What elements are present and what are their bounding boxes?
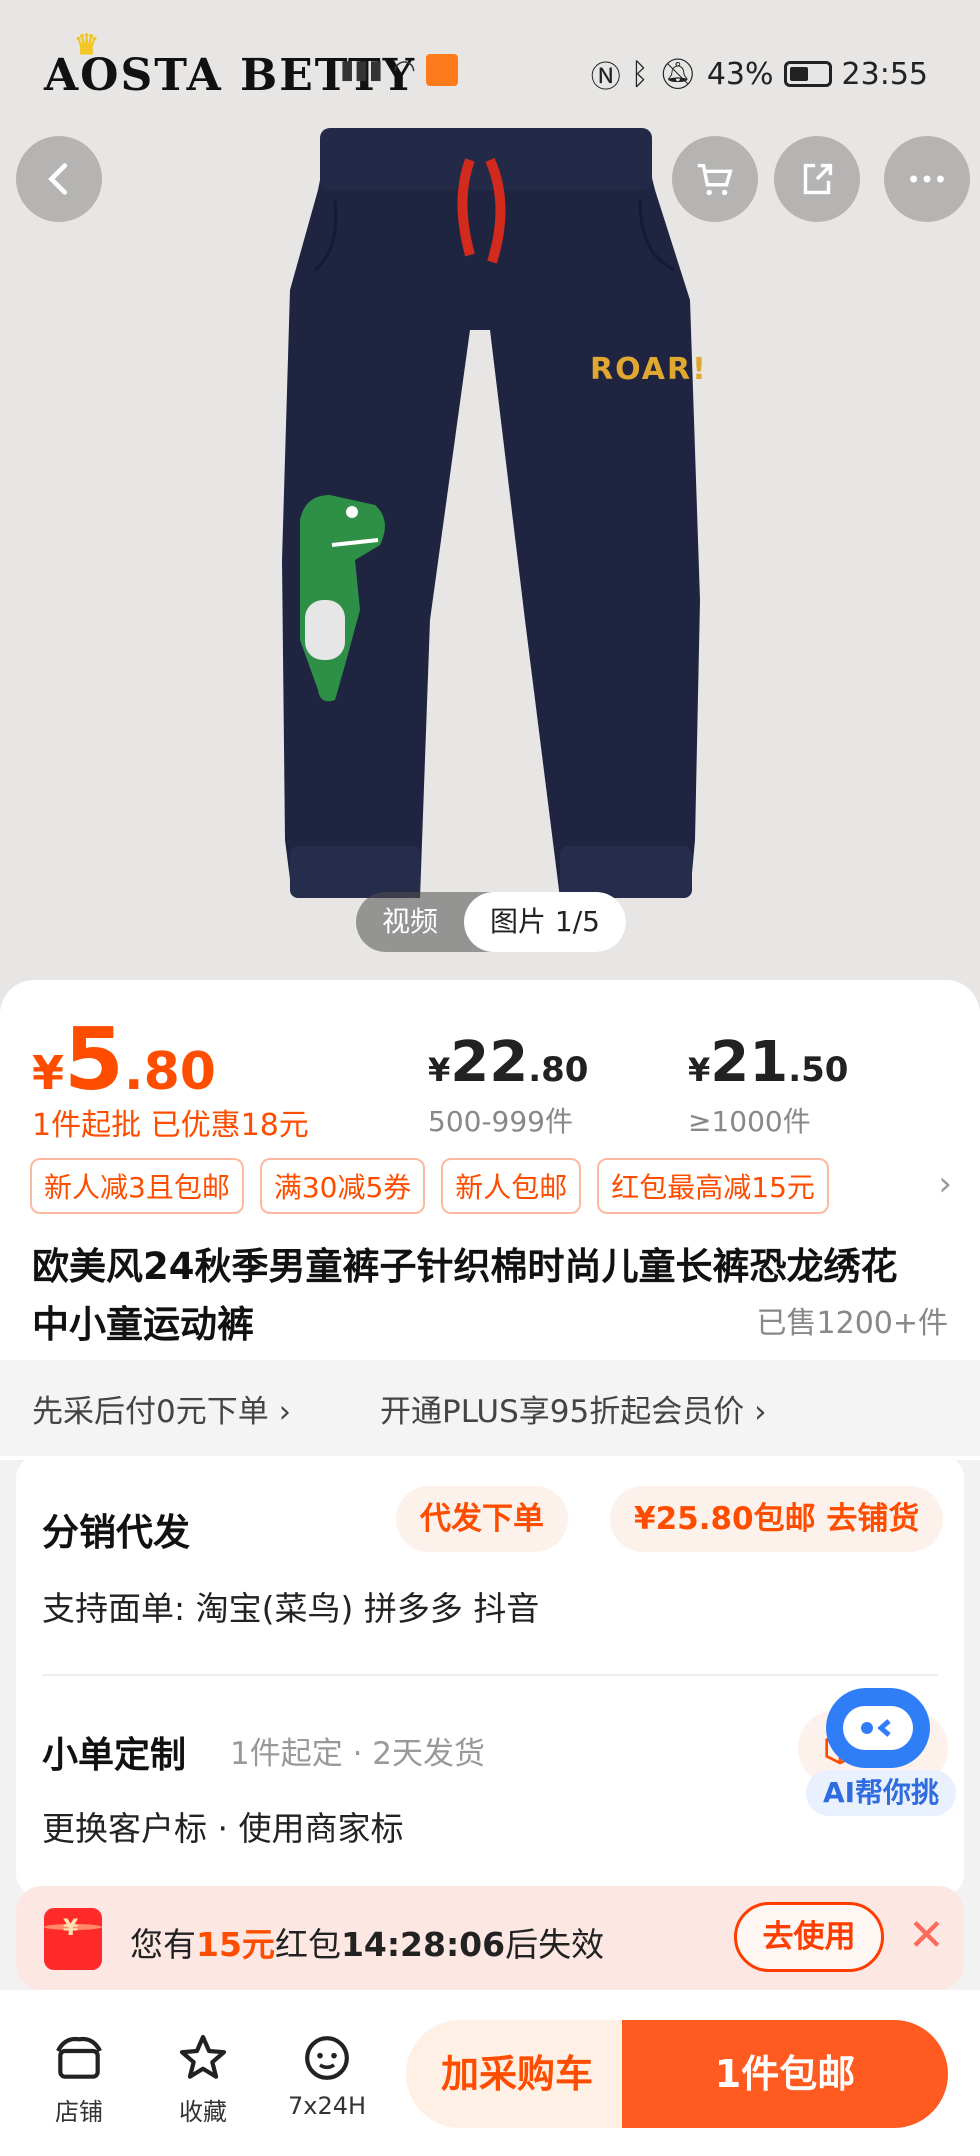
main-price: ¥5.80 bbox=[32, 1010, 216, 1110]
chevron-left-icon bbox=[48, 163, 68, 195]
status-bar: Ⓝ ᛒ 🔕︎ 43% 23:55 bbox=[591, 52, 928, 96]
coupon-tag[interactable]: 新人减3且包邮 bbox=[30, 1158, 244, 1214]
mute-icon: 🔕︎ bbox=[658, 56, 697, 92]
chevron-right-icon[interactable]: › bbox=[938, 1164, 952, 1204]
list-to-shop-button[interactable]: ¥25.80包邮 去铺货 bbox=[610, 1486, 944, 1552]
distribution-title: 分销代发 bbox=[42, 1511, 190, 1554]
bluetooth-icon: ᛒ bbox=[630, 56, 649, 92]
waybill-support: 支持面单: 淘宝(菜鸟) 拼多多 抖音 bbox=[42, 1589, 540, 1628]
app-notification-icon bbox=[425, 54, 458, 86]
custom-title: 小单定制 bbox=[42, 1735, 187, 1776]
price-note: 1件起批 已优惠18元 bbox=[32, 1108, 309, 1143]
promo-links: 先采后付0元下单 › 开通PLUS享95折起会员价 › bbox=[0, 1360, 980, 1456]
tab-video[interactable]: 视频 bbox=[356, 892, 464, 952]
bottom-action-bar: 店铺 收藏 7x24H 加采购车 1件包邮 bbox=[0, 1990, 980, 2156]
back-button[interactable] bbox=[16, 136, 102, 222]
red-packet-icon: ¥ bbox=[44, 1908, 102, 1970]
ai-bot-icon bbox=[826, 1688, 930, 1768]
tab-shop[interactable]: 店铺 bbox=[24, 2030, 134, 2127]
status-network: ▮▮▮ ◠ bbox=[340, 54, 458, 86]
ai-label: AI帮你挑 bbox=[806, 1770, 956, 1816]
distribution-card: 分销代发 代发下单 ¥25.80包邮 去铺货 支持面单: 淘宝(菜鸟) 拼多多 … bbox=[16, 1456, 964, 1896]
wifi-icon: ◠ bbox=[392, 55, 416, 85]
share-icon bbox=[803, 163, 833, 195]
share-button[interactable] bbox=[774, 136, 860, 222]
service-icon bbox=[305, 2036, 349, 2080]
tab-favorite[interactable]: 收藏 bbox=[148, 2030, 258, 2127]
cart-button[interactable] bbox=[672, 136, 758, 222]
clock: 23:55 bbox=[841, 56, 928, 92]
custom-options: 更换客户标 · 使用商家标 bbox=[42, 1809, 404, 1848]
buy-now-button[interactable]: 1件包邮 bbox=[622, 2020, 948, 2128]
coupon-tag[interactable]: 红包最高减15元 bbox=[597, 1158, 829, 1214]
ai-assistant-button[interactable]: AI帮你挑 bbox=[806, 1688, 956, 1818]
tab-images[interactable]: 图片 1/5 bbox=[464, 892, 626, 952]
more-icon bbox=[910, 175, 944, 183]
sold-count: 已售1200+件 bbox=[756, 1306, 948, 1341]
product-gallery[interactable]: ♛ AOSTA BETTY ▮▮▮ ◠ Ⓝ ᛒ 🔕︎ 43% 23:55 ROA… bbox=[0, 0, 980, 1010]
coupon-list[interactable]: 新人减3且包邮 满30减5券 新人包邮 红包最高减15元 bbox=[30, 1158, 829, 1214]
signal-icon: ▮▮▮ bbox=[340, 55, 383, 85]
star-icon bbox=[179, 2034, 227, 2079]
tab-service[interactable]: 7x24H bbox=[272, 2030, 382, 2120]
tier-range-1: 500-999件 bbox=[428, 1105, 573, 1138]
print-text: ROAR! bbox=[590, 352, 708, 387]
dropship-order-button[interactable]: 代发下单 bbox=[396, 1486, 568, 1552]
crown-icon: ♛ bbox=[74, 28, 102, 61]
close-icon[interactable]: ✕ bbox=[908, 1910, 945, 1961]
custom-meta: 1件起定 · 2天发货 bbox=[230, 1736, 486, 1772]
coupon-tag[interactable]: 新人包邮 bbox=[441, 1158, 582, 1214]
shop-icon bbox=[56, 2036, 102, 2079]
media-toggle[interactable]: 视频 图片 1/5 bbox=[356, 892, 626, 952]
divider bbox=[42, 1674, 938, 1676]
battery-percent: 43% bbox=[706, 56, 774, 92]
countdown: 14:28:06 bbox=[340, 1925, 506, 1964]
add-to-cart-button[interactable]: 加采购车 bbox=[406, 2020, 628, 2128]
plus-member-link[interactable]: 开通PLUS享95折起会员价 › bbox=[380, 1386, 767, 1431]
cart-icon bbox=[697, 163, 733, 196]
red-packet-banner: ¥ 您有15元红包14:28:06后失效 去使用 ✕ bbox=[16, 1886, 964, 1990]
tier-price-1: ¥22.80 bbox=[428, 1030, 589, 1095]
battery-icon bbox=[783, 61, 832, 87]
coupon-tag[interactable]: 满30减5券 bbox=[259, 1158, 426, 1214]
nfc-icon: Ⓝ bbox=[590, 60, 621, 95]
red-packet-message: 您有15元红包14:28:06后失效 bbox=[130, 1925, 605, 1964]
tier-price-2: ¥21.50 bbox=[688, 1030, 849, 1095]
use-red-packet-button[interactable]: 去使用 bbox=[734, 1902, 884, 1972]
more-button[interactable] bbox=[884, 136, 970, 222]
tier-range-2: ≥1000件 bbox=[688, 1105, 811, 1138]
pay-later-link[interactable]: 先采后付0元下单 › bbox=[32, 1386, 291, 1431]
